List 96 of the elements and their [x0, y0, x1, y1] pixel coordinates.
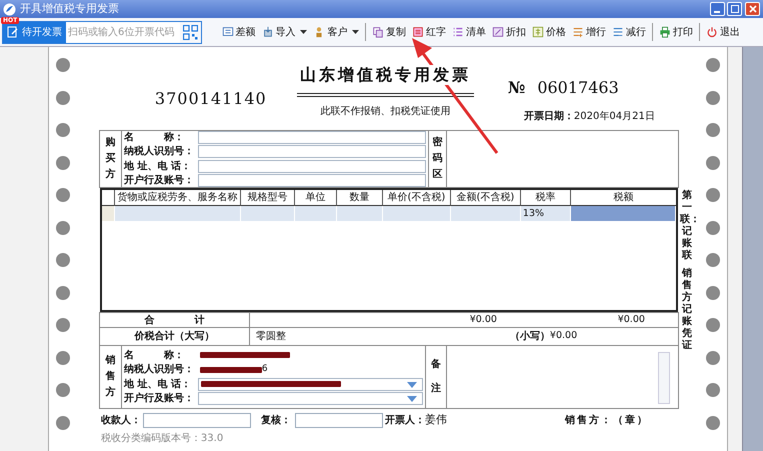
punch-hole [56, 58, 70, 72]
punch-hole [706, 383, 720, 397]
field-label: 开户行及账号： [124, 173, 195, 188]
copy-label: 第一联：记账联 [680, 190, 694, 262]
amount-in-words: 零圆整 [254, 330, 287, 344]
punch-hole [706, 220, 720, 234]
exit-button[interactable]: 退出 [706, 24, 740, 40]
list-icon [452, 26, 464, 38]
table-cell[interactable] [240, 206, 295, 221]
toolbar-button[interactable]: 导入 [262, 24, 308, 40]
input-field[interactable] [198, 174, 426, 188]
punch-hole [56, 253, 70, 267]
table-cell[interactable] [382, 206, 451, 221]
toolbar-button[interactable]: 打印 [659, 24, 693, 40]
usage-notice: 此联不作报销、扣税凭证使用 [320, 104, 450, 119]
toolbar-button[interactable]: 红字 [412, 24, 446, 40]
total-amount: ¥0.00 [468, 312, 497, 327]
power-icon [706, 26, 718, 38]
punch-hole [706, 416, 720, 430]
document-icon [412, 26, 424, 38]
field-label: 收款人： [100, 414, 141, 428]
maximize-button[interactable] [727, 2, 742, 16]
scrollbar[interactable] [742, 47, 763, 451]
field-label: 开票人： [384, 414, 425, 428]
box-icon [262, 26, 274, 38]
toolbar-button[interactable]: 客户 [313, 24, 359, 40]
remove-row-icon [612, 26, 624, 38]
input-field[interactable] [198, 160, 426, 173]
row-selector[interactable] [102, 206, 115, 221]
table-cell[interactable] [114, 206, 241, 221]
table-cell[interactable]: 13% [520, 206, 571, 221]
row-label: 合 计 [100, 313, 250, 327]
punch-hole [706, 318, 720, 332]
punch-hole [706, 123, 720, 137]
field-label: 名 称： [124, 130, 185, 145]
input-field[interactable] [294, 412, 383, 428]
table-cell[interactable] [450, 206, 521, 221]
punch-hole [56, 416, 70, 430]
total-tax: ¥0.00 [616, 312, 645, 327]
version-text: 税收分类编码版本号：33.0 [100, 432, 224, 446]
lowercase-label: （小写） [510, 330, 550, 344]
punch-hole [706, 253, 720, 267]
table-cell[interactable] [294, 206, 337, 221]
grand-total-amount: ¥0.00 [550, 329, 578, 344]
punch-hole [56, 350, 70, 364]
invoice-date: 2020年04月21日 [574, 111, 655, 122]
punch-hole [706, 90, 720, 104]
copy-label: 销售方记账凭证 [680, 268, 693, 352]
copy-icon [372, 26, 384, 38]
field-label: 纳税人识别号： [124, 144, 195, 160]
invoice-code: 3700141140 [154, 88, 268, 110]
window-title: 开具增值税专用发票 [20, 0, 119, 17]
toolbar-button[interactable]: 差额 [222, 24, 256, 40]
invoice-number: 06017463 [537, 77, 619, 99]
printer-icon [659, 26, 671, 38]
table-cell[interactable] [336, 206, 383, 221]
app-logo-icon [3, 2, 16, 16]
invoice-title: 山东增值税专用发票 [300, 65, 471, 85]
punch-hole [56, 286, 70, 300]
field-label: 地 址、电 话： [124, 160, 192, 174]
section-label: 密码区 [432, 136, 442, 182]
minimize-button[interactable] [710, 2, 724, 16]
number-sign: № [508, 77, 526, 99]
seal-label: 销售方：（章） [564, 413, 649, 428]
punch-hole [56, 318, 70, 332]
maximize-icon [730, 5, 739, 13]
punch-hole [706, 156, 720, 170]
toolbar-button[interactable]: 价格 [532, 24, 566, 40]
section-label: 购买方 [105, 136, 116, 182]
drawer-name: 姜伟 [424, 412, 447, 428]
row-label: 价税合计（大写） [100, 328, 250, 345]
table-cell[interactable] [570, 206, 676, 221]
toolbar-button[interactable]: 复制 [372, 24, 406, 40]
input-field[interactable] [142, 412, 251, 428]
input-field[interactable] [198, 145, 426, 158]
toolbar-button[interactable]: 折扣 [492, 24, 526, 40]
punch-hole [706, 188, 720, 202]
field-label: 复核： [260, 414, 291, 428]
add-row-icon [572, 26, 584, 38]
punch-hole [706, 286, 720, 300]
punch-hole [706, 350, 720, 364]
date-label: 开票日期： [524, 111, 574, 122]
punch-hole [56, 90, 70, 104]
punch-hole [56, 188, 70, 202]
close-icon [748, 5, 756, 13]
toolbar-button[interactable]: 增行 [572, 24, 606, 40]
punch-hole [56, 156, 70, 170]
punch-hole [56, 383, 70, 397]
punch-hole [56, 123, 70, 137]
close-button[interactable] [745, 2, 760, 16]
price-icon [532, 26, 544, 38]
toolbar-button[interactable]: 清单 [452, 24, 486, 40]
punch-hole [56, 220, 70, 234]
punch-hole [706, 58, 720, 72]
input-field[interactable] [198, 130, 426, 144]
toolbar-button[interactable]: 减行 [612, 24, 646, 40]
